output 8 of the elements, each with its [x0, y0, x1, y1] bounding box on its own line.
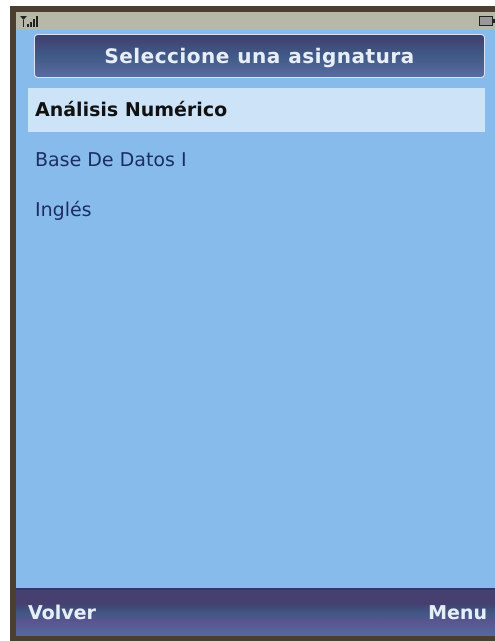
list-item[interactable]: Base De Datos I — [28, 138, 485, 182]
menu-softkey[interactable]: Menu — [428, 602, 487, 624]
battery-icon — [479, 16, 495, 26]
screen-title: Seleccione una asignatura — [34, 34, 485, 78]
list-item[interactable]: Inglés — [28, 188, 485, 232]
list-item[interactable]: Análisis Numérico — [28, 88, 485, 132]
signal-icon — [19, 15, 41, 27]
back-softkey[interactable]: Volver — [28, 602, 96, 624]
